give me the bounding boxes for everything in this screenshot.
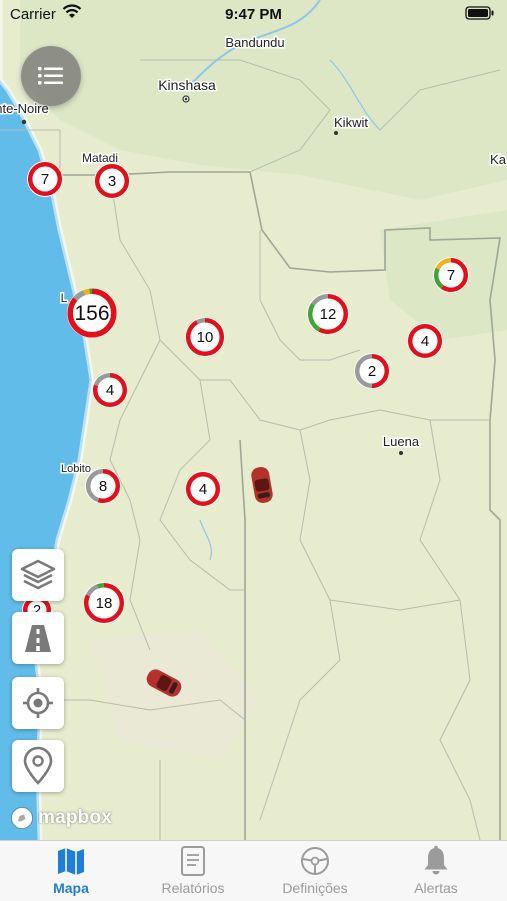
place-label: Luena xyxy=(383,434,420,449)
map-icon xyxy=(58,848,84,875)
tab-relatorios[interactable]: Relatórios xyxy=(130,841,256,901)
cluster-marker[interactable]: 7 xyxy=(433,257,469,293)
layers-button[interactable] xyxy=(12,549,64,601)
cluster-marker[interactable]: 2 xyxy=(354,353,390,389)
cluster-count: 4 xyxy=(106,382,114,399)
locate-button[interactable] xyxy=(12,677,64,729)
crosshair-icon xyxy=(23,688,53,718)
map-view[interactable]: BandunduKinshasante-NoireKikwitMatadi KaL… xyxy=(0,0,507,840)
cluster-count: 7 xyxy=(41,171,49,188)
cluster-count: 156 xyxy=(74,302,109,325)
tab-label: Mapa xyxy=(53,880,89,896)
cluster-marker[interactable]: 10 xyxy=(185,317,225,357)
cluster-count: 4 xyxy=(421,333,429,350)
place-label: Kinshasa xyxy=(158,77,216,93)
cluster-marker[interactable]: 4 xyxy=(407,323,443,359)
cluster-marker[interactable]: 4 xyxy=(185,471,221,507)
cluster-count: 2 xyxy=(368,363,376,380)
cluster-marker[interactable]: 3 xyxy=(94,163,130,199)
tab-mapa[interactable]: Mapa xyxy=(8,841,134,901)
cluster-marker[interactable]: 8 xyxy=(85,468,121,504)
document-icon xyxy=(181,846,205,876)
tab-bar: Mapa Relatórios Definições Alertas xyxy=(0,840,507,901)
cluster-count: 3 xyxy=(108,173,116,190)
steering-wheel-icon xyxy=(301,847,329,875)
cluster-count: 18 xyxy=(96,595,113,612)
tab-label: Alertas xyxy=(414,880,458,896)
place-label: Ka xyxy=(490,152,507,167)
status-bar: Carrier 9:47 PM xyxy=(0,0,507,28)
status-time: 9:47 PM xyxy=(225,6,282,23)
list-icon xyxy=(38,67,63,85)
cluster-marker[interactable]: 4 xyxy=(92,372,128,408)
pin-button[interactable] xyxy=(12,740,64,792)
cluster-count: 10 xyxy=(197,329,214,346)
menu-button[interactable] xyxy=(21,46,81,106)
cluster-count: 8 xyxy=(99,478,107,495)
tab-definicoes[interactable]: Definições xyxy=(252,841,378,901)
place-label: Kikwit xyxy=(334,115,368,130)
tab-alertas[interactable]: Alertas xyxy=(373,841,499,901)
road-button[interactable] xyxy=(12,612,64,664)
bell-icon xyxy=(424,845,448,875)
cluster-marker[interactable]: 156 xyxy=(67,288,117,338)
mapbox-wordmark: mapbox xyxy=(38,807,113,828)
cluster-count: 4 xyxy=(199,481,207,498)
place-label: Lobito xyxy=(61,463,91,475)
cluster-marker[interactable]: 12 xyxy=(307,293,349,335)
tab-label: Relatórios xyxy=(161,880,225,896)
layers-icon xyxy=(20,559,56,590)
place-label: Matadi xyxy=(82,151,118,165)
battery-icon xyxy=(465,6,494,20)
tab-label: Definições xyxy=(282,880,348,896)
cluster-count: 7 xyxy=(447,267,455,284)
place-label: L xyxy=(61,291,68,305)
road-icon xyxy=(25,625,51,652)
place-label: Bandundu xyxy=(225,35,284,50)
map-pin-icon xyxy=(23,746,53,785)
mapbox-logo-icon xyxy=(11,807,33,829)
cluster-count: 12 xyxy=(320,306,337,323)
cluster-marker[interactable]: 7 xyxy=(27,161,63,197)
cluster-marker[interactable]: 18 xyxy=(83,582,125,624)
